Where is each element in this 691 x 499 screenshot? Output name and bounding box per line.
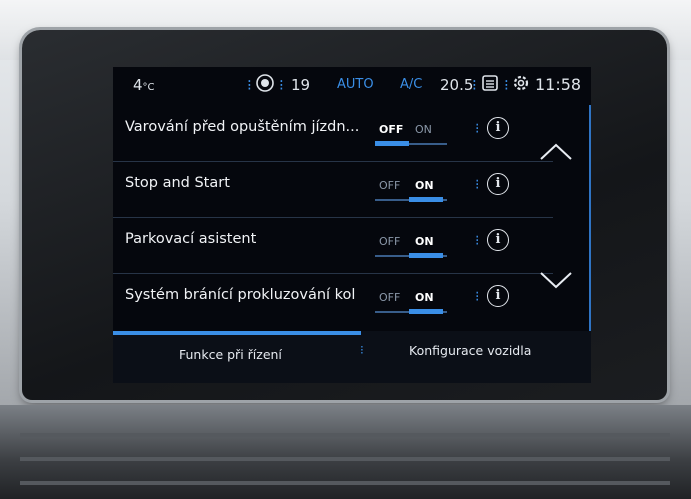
toggle-off-label[interactable]: OFF: [379, 123, 403, 136]
seat-heat-icon[interactable]: [481, 74, 499, 96]
toggle-off-label[interactable]: OFF: [379, 291, 400, 304]
tab-vehicle-configuration[interactable]: Konfigurace vozidla: [409, 343, 531, 358]
auto-mode-label[interactable]: AUTO: [337, 77, 374, 92]
info-icon[interactable]: i: [487, 285, 509, 307]
status-separator: ⁝: [472, 76, 477, 94]
row-separator: ⁝: [475, 289, 480, 305]
active-tab-indicator: [113, 331, 361, 335]
traction-control-toggle[interactable]: OFF ON: [375, 291, 447, 317]
status-separator: ⁝: [504, 76, 509, 94]
chevron-up-icon[interactable]: [538, 133, 574, 169]
parking-assist-toggle[interactable]: OFF ON: [375, 235, 447, 261]
setting-row-stop-and-start: Stop and Start OFF ON ⁝ i: [113, 161, 553, 218]
row-separator: ⁝: [475, 233, 480, 249]
status-separator: ⁝: [247, 76, 252, 94]
toggle-off-label[interactable]: OFF: [379, 235, 400, 248]
fan-icon[interactable]: [255, 73, 275, 97]
toggle-off-label[interactable]: OFF: [379, 179, 400, 192]
vent-slat: [20, 433, 670, 437]
air-vent: [0, 405, 691, 499]
setting-label: Varování před opuštěním jízdn...: [125, 119, 360, 135]
toggle-indicator: [409, 309, 443, 314]
status-bar: 4°C ⁝ ⁝ 19 AUTO A/C 20.5 ⁝ ⁝ 11:58: [113, 67, 591, 105]
tab-bar: Funkce při řízení ⁝ Konfigurace vozidla: [113, 331, 591, 383]
setting-label: Stop and Start: [125, 175, 230, 191]
setting-row-traction-control: Systém bránící prokluzování kol OFF ON ⁝…: [113, 273, 553, 329]
infotainment-screen: 4°C ⁝ ⁝ 19 AUTO A/C 20.5 ⁝ ⁝ 11:58 Varov…: [113, 67, 591, 383]
setting-row-departure-warning: Varování před opuštěním jízdn... OFF ON …: [113, 105, 553, 162]
clock: 11:58: [535, 75, 582, 94]
tab-driving-functions[interactable]: Funkce při řízení: [179, 347, 282, 362]
setting-label: Parkovací asistent: [125, 231, 257, 247]
outside-temperature: 4°C: [133, 76, 155, 94]
chevron-down-icon[interactable]: [538, 263, 574, 299]
toggle-on-label[interactable]: ON: [415, 235, 434, 248]
info-icon[interactable]: i: [487, 117, 509, 139]
fan-level: 19: [291, 76, 311, 94]
settings-panel: Varování před opuštěním jízdn... OFF ON …: [113, 105, 591, 331]
toggle-indicator: [409, 197, 443, 202]
vent-slat: [20, 457, 670, 461]
stop-and-start-toggle[interactable]: OFF ON: [375, 179, 447, 205]
setting-row-parking-assist: Parkovací asistent OFF ON ⁝ i: [113, 217, 553, 274]
settings-gear-icon[interactable]: [512, 74, 530, 96]
row-separator: ⁝: [475, 177, 480, 193]
info-icon[interactable]: i: [487, 229, 509, 251]
row-separator: ⁝: [475, 121, 480, 137]
setting-label: Systém bránící prokluzování kol: [125, 287, 356, 303]
toggle-on-label[interactable]: ON: [415, 291, 434, 304]
toggle-on-label[interactable]: ON: [415, 179, 434, 192]
vent-slat: [20, 481, 670, 485]
cabin-temperature: 20.5: [440, 76, 474, 94]
status-separator: ⁝: [279, 76, 284, 94]
ac-label[interactable]: A/C: [400, 77, 422, 92]
departure-warning-toggle[interactable]: OFF ON: [375, 123, 447, 149]
toggle-indicator: [409, 253, 443, 258]
toggle-on-label[interactable]: ON: [415, 123, 432, 136]
tab-separator: ⁝: [360, 343, 364, 357]
toggle-indicator: [375, 141, 409, 146]
info-icon[interactable]: i: [487, 173, 509, 195]
